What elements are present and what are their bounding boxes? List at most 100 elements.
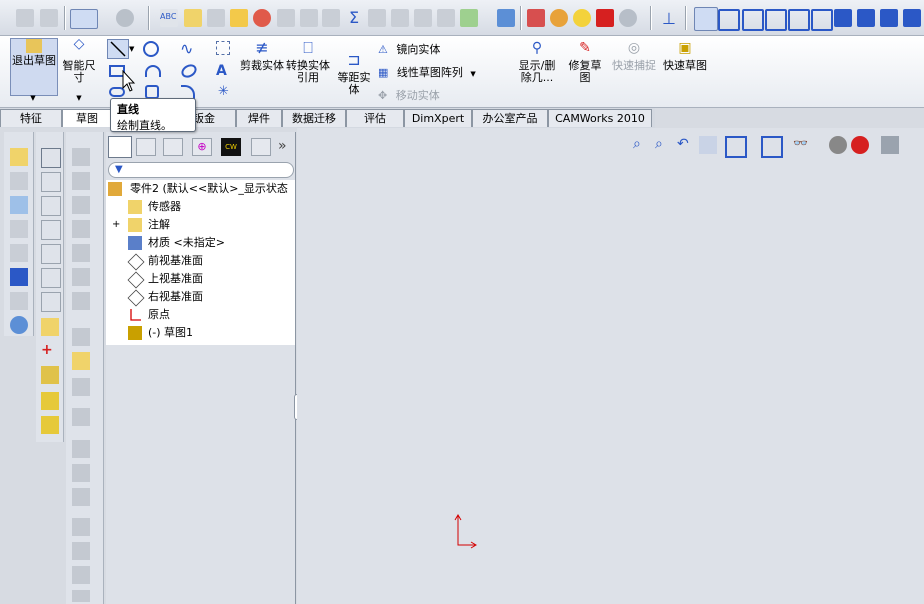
rapid-snap-button[interactable]: ◎ 快速捕捉 [612, 38, 656, 72]
tool10-icon[interactable] [72, 378, 90, 396]
tab-office-products[interactable]: 办公室产品 [472, 109, 548, 127]
tool14-icon[interactable] [72, 488, 90, 506]
spellcheck-icon[interactable]: ABC [160, 9, 178, 27]
tool15-icon[interactable] [72, 518, 90, 536]
point-tool-icon[interactable] [216, 41, 230, 55]
select-dropdown-icon[interactable] [96, 9, 106, 27]
wrap-icon[interactable] [10, 316, 28, 334]
tab-evaluate[interactable]: 评估 [346, 109, 404, 127]
rapid-sketch-button[interactable]: ▣ 快速草图 [662, 38, 708, 72]
fillet-tool-icon[interactable] [181, 85, 195, 99]
box3-icon[interactable] [41, 196, 61, 216]
tool17-icon[interactable] [72, 566, 90, 584]
box7-icon[interactable] [41, 292, 61, 312]
template-icon[interactable] [16, 9, 34, 27]
dimxpert-icon[interactable] [253, 9, 271, 27]
featuremanager-tab[interactable] [108, 136, 132, 158]
camworks-tab[interactable]: CW [221, 138, 241, 156]
repair-sketch-button[interactable]: ✎ 修复草图 [564, 38, 606, 84]
color-icon[interactable] [596, 9, 614, 27]
layer-icon[interactable] [41, 392, 59, 410]
view-orientation-icon[interactable] [725, 136, 747, 158]
tool4-icon[interactable] [72, 220, 90, 238]
display-delete-button[interactable]: ⚲ 显示/删除几... [514, 38, 560, 84]
rotate-icon[interactable] [437, 9, 455, 27]
smart-dimension-dropdown[interactable]: ▼ [58, 94, 100, 104]
view-settings-icon[interactable] [881, 136, 899, 154]
apply-scene-icon[interactable] [851, 136, 869, 154]
evaluate-icon[interactable] [527, 9, 545, 27]
exit-sketch-dropdown[interactable]: ▼ [10, 94, 56, 104]
linear-pattern-button[interactable]: ▦ 线性草图阵列 ▼ [378, 64, 476, 80]
exit-sketch-button[interactable]: 退出草图 [10, 38, 58, 96]
check-icon[interactable] [277, 9, 295, 27]
tab-data-migration[interactable]: 数据迁移 [282, 109, 346, 127]
fix-icon[interactable] [391, 9, 409, 27]
sketch-pencil-icon[interactable] [41, 318, 59, 336]
view-normal-icon[interactable]: ⊥ [662, 9, 680, 28]
view-left-icon[interactable] [742, 9, 764, 31]
expand-icon[interactable]: + [112, 216, 120, 233]
more-tabs-button[interactable]: » [278, 138, 292, 156]
view-section-icon[interactable] [903, 9, 921, 27]
move-entities-button[interactable]: ✥ 移动实体 [378, 87, 440, 103]
sweep-icon[interactable] [10, 196, 28, 214]
tab-features[interactable]: 特征 [0, 109, 62, 127]
tab-weldments[interactable]: 焊件 [236, 109, 282, 127]
zebra-icon[interactable] [573, 9, 591, 27]
tool2-icon[interactable] [72, 172, 90, 190]
relation-icon[interactable] [368, 9, 386, 27]
equation-icon[interactable]: Σ [345, 9, 363, 27]
options-icon[interactable] [116, 9, 134, 27]
tool5-icon[interactable] [72, 244, 90, 262]
hole-icon[interactable] [10, 292, 28, 310]
loft-icon[interactable] [10, 220, 28, 238]
box2-icon[interactable] [41, 172, 61, 192]
circle-tool-icon[interactable] [143, 41, 159, 57]
view-shade-icon[interactable] [834, 9, 852, 27]
zoom-area-icon[interactable]: ⌕ [655, 136, 673, 154]
save-icon[interactable] [10, 268, 28, 286]
smart-dimension-button[interactable]: ◇ 智能尺寸 [58, 37, 100, 84]
tool12-icon[interactable] [72, 440, 90, 458]
view-iso-icon[interactable] [811, 9, 833, 31]
curvature-icon[interactable] [550, 9, 568, 27]
tool18-icon[interactable] [72, 590, 90, 602]
polygon-tool-icon[interactable] [145, 85, 159, 99]
display-tab[interactable] [251, 138, 271, 156]
hide-show-icon[interactable]: 👓 [793, 136, 811, 154]
move-sketch-icon[interactable] [41, 366, 59, 384]
previous-view-icon[interactable]: ↶ [677, 136, 695, 154]
spline-tool-icon[interactable]: ∿ [180, 39, 193, 58]
box6-icon[interactable] [41, 268, 61, 288]
template2-icon[interactable] [40, 9, 58, 27]
display-style-icon[interactable] [761, 136, 783, 158]
tool16-icon[interactable] [72, 542, 90, 560]
add-sketch-icon[interactable]: + [41, 342, 59, 360]
layer2-icon[interactable] [41, 416, 59, 434]
tool3-icon[interactable] [72, 196, 90, 214]
linear-pattern-dropdown[interactable]: ▼ [470, 70, 475, 78]
trim-entities-button[interactable]: ≢ 剪裁实体 [240, 38, 284, 72]
tab-dimxpert[interactable]: DimXpert [404, 109, 472, 127]
line-dropdown[interactable]: ▼ [129, 39, 139, 59]
measure-icon[interactable] [184, 9, 202, 27]
section-view-icon[interactable] [699, 136, 717, 154]
extrude-boss-icon[interactable] [10, 148, 28, 166]
plane-tool-icon[interactable]: ✳ [218, 84, 229, 99]
revolve-boss-icon[interactable] [10, 172, 28, 190]
tool6-icon[interactable] [72, 268, 90, 286]
render-icon[interactable] [619, 9, 637, 27]
slot-tool-icon[interactable] [145, 65, 161, 77]
view-front-icon[interactable] [694, 7, 718, 31]
dimxpert-tab[interactable]: ⊕ [192, 138, 212, 156]
graphics-area[interactable]: ⌕ ⌕ ↶ 👓 [297, 128, 924, 604]
table-icon[interactable] [497, 9, 515, 27]
offset-entities-button[interactable]: ⊐ 等距实体 [334, 50, 374, 96]
tool8-icon[interactable] [72, 328, 90, 346]
mass-properties-icon[interactable] [207, 9, 225, 27]
tool11-icon[interactable] [72, 408, 90, 426]
view-right-icon[interactable] [765, 9, 787, 31]
convert-entities-button[interactable]: ⎕ 转换实体引用 [286, 38, 330, 84]
view-hidden-icon[interactable] [857, 9, 875, 27]
